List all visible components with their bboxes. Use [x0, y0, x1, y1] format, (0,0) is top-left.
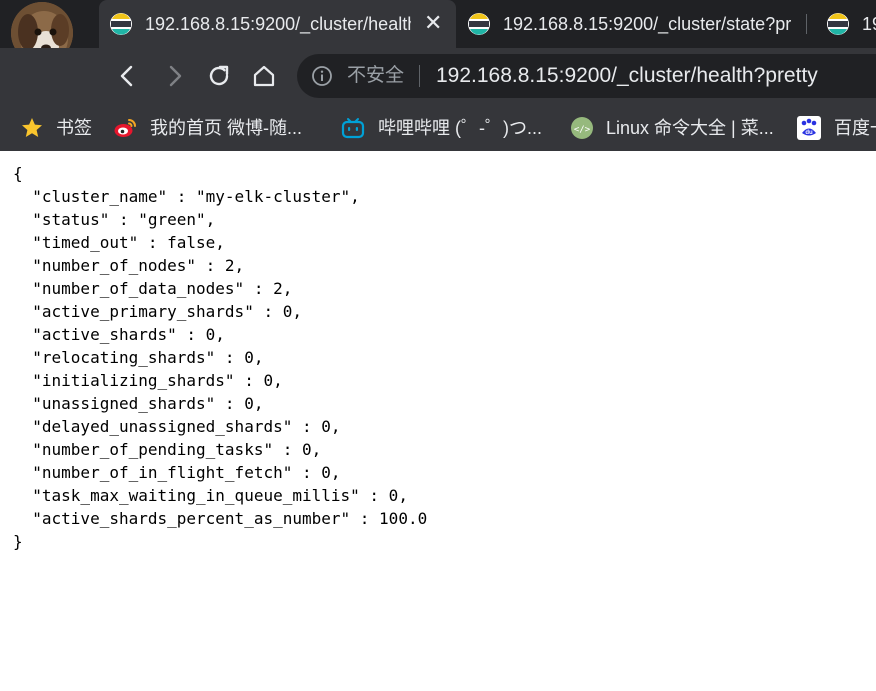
svg-text:du: du [805, 130, 813, 136]
bookmark-weibo[interactable]: 我的首页 微博-随... [113, 105, 313, 151]
elastic-favicon-icon [467, 12, 491, 36]
url-text[interactable]: 192.168.8.15:9200/_cluster/health?pretty [436, 64, 818, 88]
home-button[interactable] [246, 58, 282, 94]
bookmark-label: 我的首页 微博-随... [150, 118, 302, 138]
tab-title: 192.168.8.15 [862, 14, 876, 34]
bookmark-label: 哔哩哔哩 (゜-゜)つ... [378, 118, 542, 138]
svg-text:</>: </> [574, 125, 591, 135]
bookmark-runoob-linux[interactable]: </> Linux 命令大全 | 菜... [570, 105, 782, 151]
elastic-favicon-icon [109, 12, 133, 36]
home-icon [253, 65, 275, 87]
json-response-body: { "cluster_name" : "my-elk-cluster", "st… [13, 164, 428, 551]
tab-separator [806, 14, 807, 34]
close-tab-icon[interactable]: ✕ [424, 11, 442, 35]
bookmark-label: 书签 [56, 118, 92, 138]
bookmark-label: Linux 命令大全 | 菜... [606, 118, 774, 138]
star-icon [20, 116, 44, 140]
baidu-paw-icon: du [797, 116, 821, 140]
info-icon[interactable] [311, 65, 333, 87]
back-button[interactable] [109, 58, 145, 94]
bookmark-baidu[interactable]: du 百度一下 [797, 105, 876, 151]
tab-cluster-health[interactable]: 192.168.8.15:9200/_cluster/health?pretty… [99, 0, 456, 48]
tab-cluster-state[interactable]: 192.168.8.15:9200/_cluster/state?pretty [456, 0, 806, 48]
reload-button[interactable] [201, 58, 237, 94]
tab-third[interactable]: 192.168.8.15 [814, 0, 876, 48]
back-arrow-icon [120, 65, 133, 87]
bookmark-bilibili[interactable]: 哔哩哔哩 (゜-゜)つ... [341, 105, 551, 151]
address-bar[interactable]: 不安全 192.168.8.15:9200/_cluster/health?pr… [297, 54, 876, 98]
bilibili-icon [341, 116, 365, 140]
not-secure-label[interactable]: 不安全 [347, 65, 404, 87]
weibo-icon [113, 116, 137, 140]
omnibox-divider [419, 65, 420, 87]
runoob-icon: </> [570, 116, 594, 140]
bookmark-folder-bookmarks[interactable]: 书签 [20, 105, 100, 151]
reload-icon [209, 65, 229, 86]
elastic-favicon-icon [826, 12, 850, 36]
tab-title: 192.168.8.15:9200/_cluster/state?pretty [503, 14, 791, 34]
browser-chrome: 192.168.8.15:9200/_cluster/health?pretty… [0, 0, 876, 151]
forward-arrow-icon [169, 65, 182, 87]
forward-button[interactable] [157, 58, 193, 94]
tab-title: 192.168.8.15:9200/_cluster/health?pretty [145, 14, 411, 34]
toolbar: 不安全 192.168.8.15:9200/_cluster/health?pr… [0, 48, 876, 105]
bookmarks-bar: 书签 我的首页 微博-随... 哔哩哔哩 (゜-゜)つ... </> Linux… [0, 105, 876, 151]
bookmark-label: 百度一下 [834, 118, 876, 138]
